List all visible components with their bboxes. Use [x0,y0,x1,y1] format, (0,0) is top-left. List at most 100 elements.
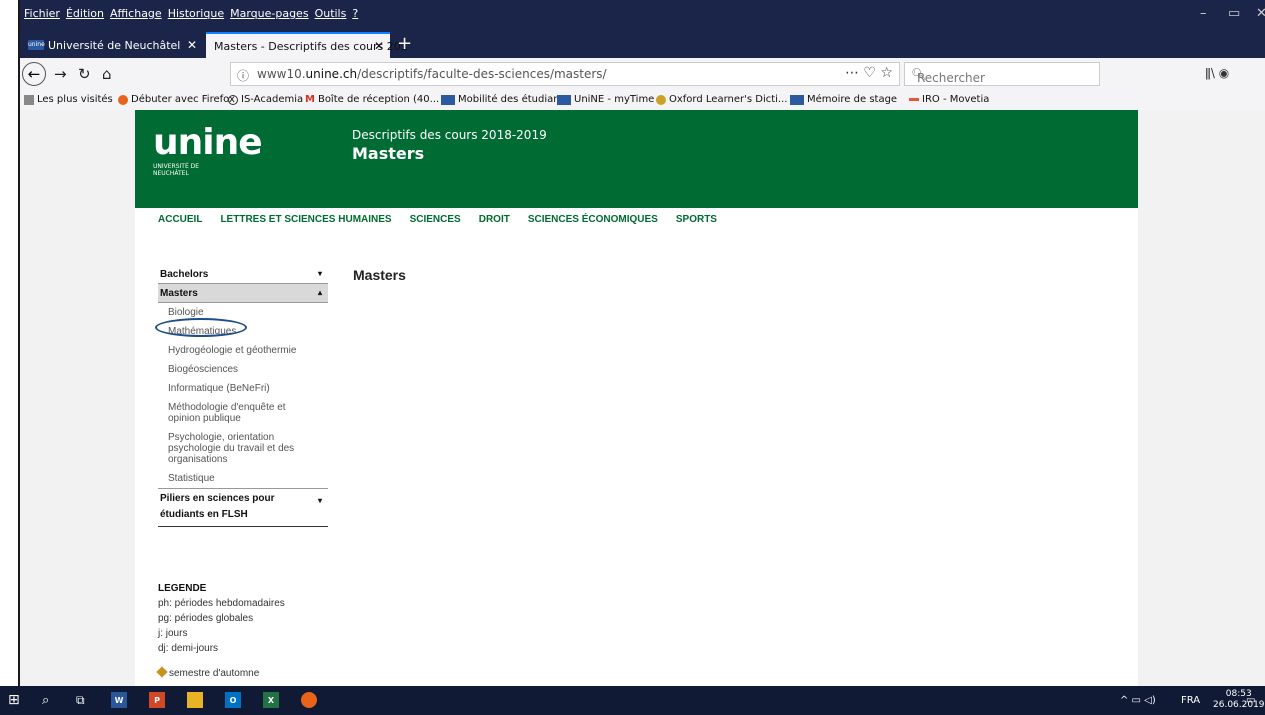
outlook-icon[interactable]: O [225,692,241,708]
sidebar-item-masters[interactable]: Masters ▴ [158,284,328,303]
legend-item: dj: demi-jours [158,643,219,654]
bookmark-oxford[interactable]: Oxford Learner's Dicti... [656,94,787,105]
file-explorer-icon[interactable] [187,692,203,708]
legend: LEGENDE ph: périodes hebdomadaires pg: p… [156,581,285,681]
menu-affichage[interactable]: Affichage [110,7,162,20]
nav-sports[interactable]: SPORTS [676,214,717,225]
gmail-icon: M [305,94,315,105]
sidebar-item-statistique[interactable]: Statistique [158,469,328,488]
annotation-circle [155,318,247,337]
menu-edition[interactable]: Édition [66,7,104,20]
tab-title: Université de Neuchâtel [48,38,181,52]
sidebar: Bachelors ▾ Masters ▴ Biologie Mathémati… [155,265,328,527]
search-icon[interactable]: ⌕ [42,692,49,708]
windows-start-icon[interactable]: ⊞ [8,692,20,708]
unine-icon [441,94,455,105]
chevron-up-icon: ▴ [317,288,322,297]
close-tab-icon[interactable]: ✕ [187,38,197,52]
sidebar-item-piliers[interactable]: Piliers en sciences pour étudiants en FL… [158,489,328,527]
page-actions-icon[interactable]: ⋯ ♡ ☆ [845,65,893,81]
bookmark-mytime[interactable]: UniNE - myTime [557,94,654,105]
url-text: www10.unine.ch/descriptifs/faculte-des-s… [257,67,607,81]
minimize-icon[interactable]: – [1200,6,1207,21]
menu-fichier[interactable]: Fichier [24,7,60,20]
info-icon[interactable]: ⓘ [237,67,249,84]
language-indicator[interactable]: FRA [1181,692,1200,708]
library-icon[interactable]: ǁ\ ◉ [1205,66,1229,80]
oxford-icon [656,94,666,105]
nav-accueil[interactable]: ACCUEIL [158,214,202,225]
nav-bar: ← → ↻ ⌂ ⓘ www10.unine.ch/descriptifs/fac… [20,58,1265,91]
nav-droit[interactable]: DROIT [479,214,510,225]
menu-historique[interactable]: Historique [168,7,224,20]
globe-icon [228,94,238,105]
unine-icon [557,94,571,105]
header-subtitle: Descriptifs des cours 2018-2019 [352,128,547,142]
url-bar[interactable]: ⓘ www10.unine.ch/descriptifs/faculte-des… [230,62,900,86]
left-border [0,0,20,715]
close-tab-icon[interactable]: ✕ [374,39,384,53]
sidebar-item-psychologie[interactable]: Psychologie, orientation psychologie du … [158,428,308,469]
powerpoint-icon[interactable]: P [149,692,165,708]
home-icon[interactable]: ⌂ [102,65,112,83]
reload-icon[interactable]: ↻ [78,65,91,83]
page-content: unine UNIVERSITÉ DE NEUCHÂTEL Descriptif… [135,110,1138,686]
bookmark-iro[interactable]: IRO - Movetia [909,94,989,105]
sidebar-item-informatique[interactable]: Informatique (BeNeFri) [158,379,328,398]
windows-taskbar: ⊞ ⌕ ⧉ W P O X ^ ▭ ◁) FRA 08:53 26.06.201… [0,686,1265,715]
site-header: unine UNIVERSITÉ DE NEUCHÂTEL Descriptif… [135,110,1138,208]
task-view-icon[interactable]: ⧉ [76,692,85,708]
sidebar-item-mathematiques[interactable]: Mathématiques [155,318,328,341]
header-title: Descriptifs des cours 2018-2019 Masters [352,128,547,163]
bookmark-mobilite[interactable]: Mobilité des étudiants [441,94,569,105]
screen: Fichier Édition Affichage Historique Mar… [0,0,1265,715]
bookmarks-bar: Les plus visités Débuter avec Firefox IS… [20,90,1265,111]
bookmark-memoire[interactable]: Mémoire de stage [790,94,897,105]
bookmark-gmail[interactable]: M Boîte de réception (40... [305,94,439,105]
word-icon[interactable]: W [111,692,127,708]
chevron-down-icon: ▾ [317,269,322,278]
bookmark-plus-visites[interactable]: Les plus visités [24,94,113,105]
bookmark-debuter-firefox[interactable]: Débuter avec Firefox [118,94,235,105]
faculty-nav: ACCUEIL LETTRES ET SCIENCES HUMAINES SCI… [158,214,735,225]
gear-icon [24,94,34,105]
back-button[interactable]: ← [22,62,46,86]
sidebar-item-biogeosciences[interactable]: Biogéosciences [158,360,328,379]
notifications-icon[interactable]: ▭ [1246,692,1255,708]
new-tab-icon[interactable]: + [397,33,412,54]
clock[interactable]: 08:53 26.06.2019 [1213,689,1265,711]
sidebar-item-methodologie[interactable]: Méthodologie d'enquête et opinion publiq… [158,398,298,428]
tray-icons[interactable]: ^ ▭ ◁) [1120,692,1156,708]
tab-masters[interactable]: Masters - Descriptifs des cours 201 ✕ [206,32,408,58]
legend-item: ph: périodes hebdomadaires [158,598,285,609]
sidebar-item-bachelors[interactable]: Bachelors ▾ [158,265,328,284]
tab-bar: unine Université de Neuchâtel ✕ Masters … [20,30,1265,58]
firefox-window: Fichier Édition Affichage Historique Mar… [20,0,1265,686]
menu-marque-pages[interactable]: Marque-pages [230,7,308,20]
restore-icon[interactable]: ▭ [1228,6,1240,21]
firefox-icon[interactable] [301,692,317,708]
legend-semester: semestre d'automne [156,666,285,681]
excel-icon[interactable]: X [263,692,279,708]
masters-submenu: Biologie Mathématiques Hydrogéologie et … [155,303,328,489]
chevron-down-icon: ▾ [317,496,322,505]
forward-icon[interactable]: → [54,65,67,83]
close-window-icon[interactable]: ✕ [1256,6,1265,21]
search-input[interactable]: 🔍︎ Rechercher [904,62,1100,86]
page-title: Masters [353,267,406,283]
unine-favicon-icon: unine [28,40,45,50]
tab-universite[interactable]: unine Université de Neuchâtel ✕ [20,32,203,58]
menu-outils[interactable]: Outils [315,7,347,20]
unine-icon [790,94,804,105]
menu-aide[interactable]: ? [352,7,358,20]
nav-sciences-eco[interactable]: SCIENCES ÉCONOMIQUES [528,214,658,225]
movetia-icon [909,98,919,101]
sidebar-item-hydrogeologie[interactable]: Hydrogéologie et géothermie [158,341,328,360]
bookmark-is-academia[interactable]: IS-Academia [228,94,303,105]
header-main-title: Masters [352,144,425,163]
firefox-icon [118,94,128,105]
nav-sciences[interactable]: SCIENCES [410,214,461,225]
legend-item: j: jours [158,628,188,639]
unine-logo[interactable]: unine UNIVERSITÉ DE NEUCHÂTEL [153,122,263,177]
nav-lettres[interactable]: LETTRES ET SCIENCES HUMAINES [220,214,391,225]
